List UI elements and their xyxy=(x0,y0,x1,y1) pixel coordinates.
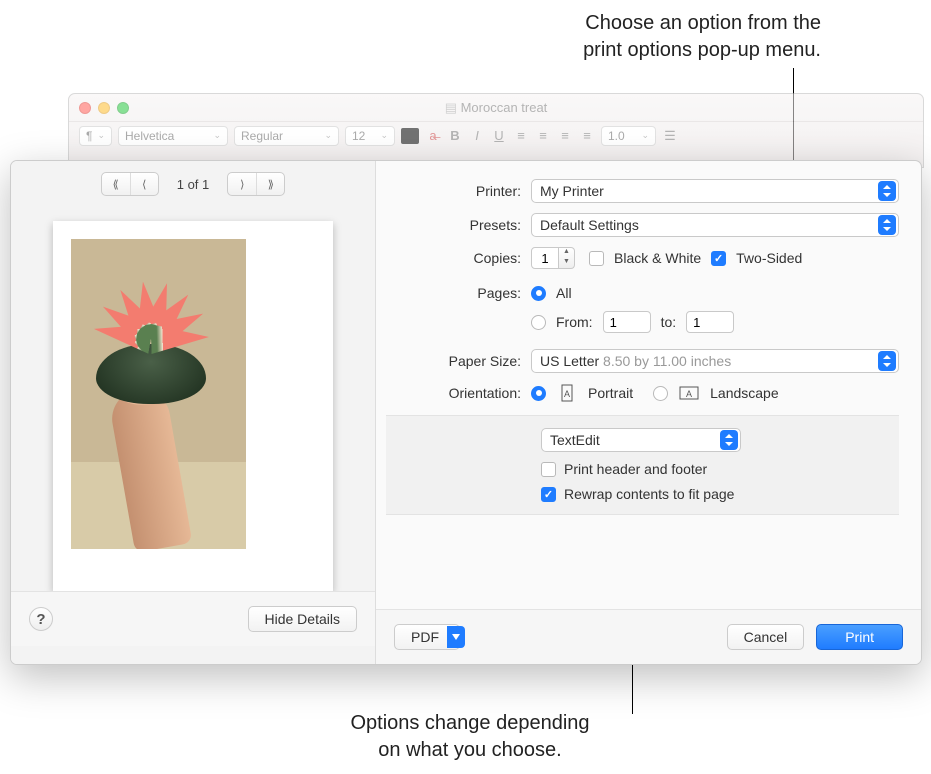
preview-last-page-button[interactable]: ⟫ xyxy=(256,173,284,195)
portrait-icon: A xyxy=(556,383,578,403)
preview-prev-page-button[interactable]: ⟨ xyxy=(130,173,158,195)
chevron-updown-icon xyxy=(878,351,896,371)
help-button[interactable]: ? xyxy=(29,607,53,631)
bold-button[interactable]: B xyxy=(447,127,463,145)
printer-select[interactable]: My Printer xyxy=(531,179,899,203)
orientation-landscape-radio[interactable] xyxy=(653,386,668,401)
two-sided-checkbox[interactable] xyxy=(711,251,726,266)
font-family-select[interactable]: Helvetica⌄ xyxy=(118,126,228,146)
landscape-icon: A xyxy=(678,383,700,403)
align-center-icon[interactable]: ≡ xyxy=(535,127,551,145)
window-title: ▤ Moroccan treat xyxy=(69,100,923,116)
chevron-down-icon xyxy=(447,626,465,648)
orientation-label: Orientation: xyxy=(386,385,531,401)
print-dialog: ⟪ ⟨ 1 of 1 ⟩ ⟫ xyxy=(10,160,922,665)
page-preview xyxy=(53,221,333,591)
presets-select[interactable]: Default Settings xyxy=(531,213,899,237)
paper-size-select[interactable]: US Letter 8.50 by 11.00 inches xyxy=(531,349,899,373)
printer-label: Printer: xyxy=(386,183,531,199)
copies-label: Copies: xyxy=(386,250,531,266)
pages-range-radio[interactable] xyxy=(531,315,546,330)
print-button[interactable]: Print xyxy=(816,624,903,650)
print-header-footer-checkbox[interactable] xyxy=(541,462,556,477)
preview-next-page-button[interactable]: ⟩ xyxy=(228,173,256,195)
underline-button[interactable]: U xyxy=(491,127,507,145)
landscape-label: Landscape xyxy=(710,385,779,401)
preview-first-page-button[interactable]: ⟪ xyxy=(102,173,130,195)
pdf-menu-button[interactable]: PDF xyxy=(394,624,460,650)
svg-text:A: A xyxy=(686,389,692,399)
orientation-portrait-radio[interactable] xyxy=(531,386,546,401)
preview-prev-group: ⟪ ⟨ xyxy=(101,172,159,196)
font-weight-select[interactable]: Regular⌄ xyxy=(234,126,339,146)
align-left-icon[interactable]: ≡ xyxy=(513,127,529,145)
rewrap-contents-checkbox[interactable] xyxy=(541,487,556,502)
svg-text:A: A xyxy=(564,389,570,399)
pages-all-label: All xyxy=(556,285,572,301)
preview-next-group: ⟩ ⟫ xyxy=(227,172,285,196)
portrait-label: Portrait xyxy=(588,385,633,401)
pages-to-label: to: xyxy=(661,314,677,330)
document-window: ▤ Moroccan treat ¶⌄ Helvetica⌄ Regular⌄ … xyxy=(68,93,924,168)
black-white-checkbox[interactable] xyxy=(589,251,604,266)
cancel-button[interactable]: Cancel xyxy=(727,624,805,650)
pages-to-input[interactable] xyxy=(686,311,734,333)
callout-top: Choose an option from the print options … xyxy=(583,10,821,64)
pages-label: Pages: xyxy=(386,285,531,301)
black-white-label: Black & White xyxy=(614,250,701,266)
list-button[interactable]: ☰ xyxy=(662,127,678,145)
chevron-updown-icon xyxy=(878,215,896,235)
callout-bottom: Options change depending on what you cho… xyxy=(280,710,660,764)
pages-from-input[interactable] xyxy=(603,311,651,333)
paragraph-style-select[interactable]: ¶⌄ xyxy=(79,126,112,146)
italic-button[interactable]: I xyxy=(469,127,485,145)
presets-label: Presets: xyxy=(386,217,531,233)
two-sided-label: Two-Sided xyxy=(736,250,802,266)
rewrap-contents-label: Rewrap contents to fit page xyxy=(564,486,734,502)
document-image xyxy=(71,239,246,549)
chevron-updown-icon xyxy=(878,181,896,201)
page-counter: 1 of 1 xyxy=(177,177,210,192)
font-size-select[interactable]: 12⌄ xyxy=(345,126,395,146)
paper-size-label: Paper Size: xyxy=(386,353,531,369)
strikethrough-icon[interactable]: a̶ xyxy=(425,127,441,145)
hide-details-button[interactable]: Hide Details xyxy=(248,606,357,632)
copies-stepper[interactable]: ▲▼ xyxy=(531,247,579,269)
pages-from-label: From: xyxy=(556,314,593,330)
print-header-footer-label: Print header and footer xyxy=(564,461,707,477)
chevron-updown-icon xyxy=(720,430,738,450)
print-options-popup[interactable]: TextEdit xyxy=(541,428,741,452)
align-right-icon[interactable]: ≡ xyxy=(557,127,573,145)
copies-input[interactable] xyxy=(531,247,559,269)
line-spacing-select[interactable]: 1.0⌄ xyxy=(601,126,656,146)
color-well[interactable] xyxy=(401,128,419,144)
pages-all-radio[interactable] xyxy=(531,286,546,301)
align-justify-icon[interactable]: ≡ xyxy=(579,127,595,145)
